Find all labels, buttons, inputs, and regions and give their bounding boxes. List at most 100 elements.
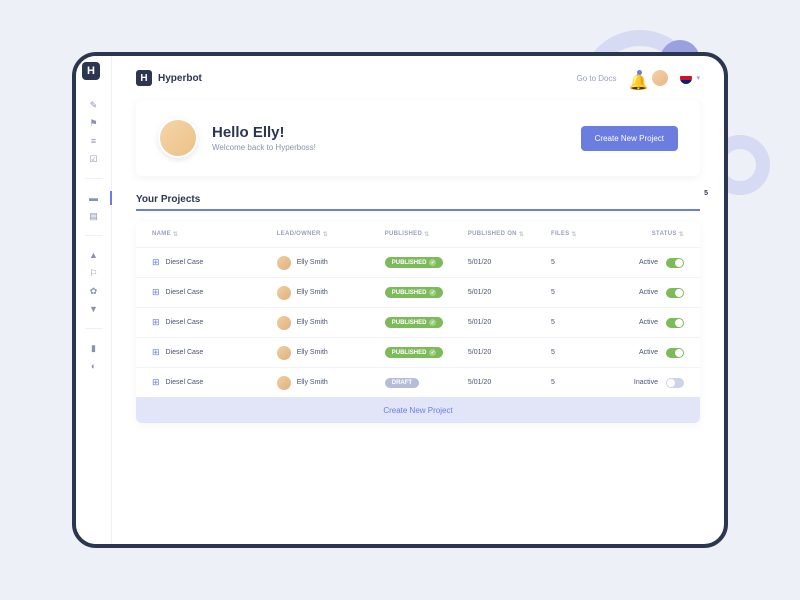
briefcase-icon[interactable]: ▬	[89, 193, 99, 203]
list-icon[interactable]: ≡	[89, 136, 99, 146]
owner-avatar	[277, 286, 291, 300]
col-name[interactable]: NAME⇅	[152, 231, 277, 238]
docs-link[interactable]: Go to Docs	[576, 74, 616, 83]
published-date: 5/01/20	[468, 259, 551, 266]
user-avatar[interactable]	[652, 70, 668, 86]
language-selector[interactable]: ▾	[680, 72, 700, 84]
status-badge: DRAFT	[385, 378, 419, 388]
check-icon[interactable]: ☑	[89, 154, 99, 164]
owner-avatar	[277, 256, 291, 270]
sort-icon: ⇅	[679, 231, 684, 238]
user-avatar-large	[158, 118, 198, 158]
col-published[interactable]: PUBLISHED⇅	[385, 231, 468, 238]
sort-icon: ⇅	[424, 231, 429, 238]
project-name: Diesel Case	[166, 289, 204, 296]
owner-name: Elly Smith	[297, 319, 328, 326]
table-row[interactable]: ⊞ Diesel Case Elly Smith DRAFT 5/01/205 Inact…	[136, 367, 700, 397]
create-project-button[interactable]: Create New Project	[581, 126, 678, 151]
owner-name: Elly Smith	[297, 289, 328, 296]
create-project-footer[interactable]: Create New Project	[136, 397, 700, 423]
status-toggle[interactable]	[666, 348, 684, 358]
owner-name: Elly Smith	[297, 379, 328, 386]
owner-name: Elly Smith	[297, 349, 328, 356]
projects-table: NAME⇅ LEAD/OWNER⇅ PUBLISHED⇅ PUBLISHED O…	[136, 221, 700, 423]
col-lead[interactable]: LEAD/OWNER⇅	[277, 231, 385, 238]
nav-divider	[85, 328, 103, 329]
owner-avatar	[277, 316, 291, 330]
table-row[interactable]: ⊞Diesel CaseElly SmithPUBLISHED✓5/01/205…	[136, 307, 700, 337]
owner-name: Elly Smith	[297, 259, 328, 266]
table-row[interactable]: ⊞Diesel CaseElly SmithPUBLISHED✓5/01/205…	[136, 247, 700, 277]
status-toggle[interactable]	[666, 258, 684, 268]
table-header: NAME⇅ LEAD/OWNER⇅ PUBLISHED⇅ PUBLISHED O…	[136, 221, 700, 247]
files-count: 5	[551, 319, 601, 326]
section-title: Your Projects5	[136, 194, 700, 211]
battery-icon[interactable]: ▮	[89, 343, 99, 353]
status-toggle[interactable]	[666, 288, 684, 298]
owner-avatar	[277, 346, 291, 360]
sort-icon: ⇅	[323, 231, 328, 238]
welcome-title: Hello Elly!	[212, 124, 316, 141]
owner-avatar	[277, 376, 291, 390]
col-published-on[interactable]: PUBLISHED ON⇅	[468, 231, 551, 238]
user-icon[interactable]: ▲	[89, 250, 99, 260]
files-count: 5	[551, 259, 601, 266]
project-name: Diesel Case	[166, 259, 204, 266]
project-icon: ⊞	[152, 317, 160, 328]
files-count: 5	[551, 379, 601, 386]
brand-name: Hyperbot	[158, 73, 202, 84]
project-icon: ⊞	[152, 257, 160, 268]
status-text: Active	[639, 349, 658, 356]
status-text: Active	[639, 319, 658, 326]
status-badge: PUBLISHED✓	[385, 347, 444, 358]
status-text: Active	[639, 289, 658, 296]
topbar: H Hyperbot Go to Docs 🔔 ▾	[136, 70, 700, 86]
help-icon[interactable]: ◐	[89, 361, 99, 371]
project-name: Diesel Case	[166, 349, 204, 356]
project-icon: ⊞	[152, 347, 160, 358]
check-icon: ✓	[429, 319, 436, 326]
files-count: 5	[551, 349, 601, 356]
table-row[interactable]: ⊞ Diesel Case Elly Smith PUBLISHED✓ 5/01/205…	[136, 337, 700, 367]
check-icon: ✓	[429, 259, 436, 266]
settings-icon[interactable]: ✿	[89, 286, 99, 296]
sort-icon: ⇅	[519, 231, 524, 238]
nav-divider	[85, 235, 103, 236]
document-icon[interactable]: ▤	[89, 211, 99, 221]
published-date: 5/01/20	[468, 349, 551, 356]
check-icon: ✓	[429, 349, 436, 356]
status-toggle[interactable]	[666, 378, 684, 388]
chevron-down-icon: ▾	[696, 74, 700, 82]
share-icon[interactable]: ⚑	[89, 118, 99, 128]
edit-icon[interactable]: ✎	[89, 100, 99, 110]
project-icon: ⊞	[152, 377, 160, 388]
notification-dot	[637, 70, 642, 75]
brand: H Hyperbot	[136, 70, 202, 86]
nav-divider	[85, 178, 103, 179]
project-icon: ⊞	[152, 287, 160, 298]
col-files[interactable]: FILES⇅	[551, 231, 601, 238]
section-title-text: Your Projects	[136, 194, 200, 205]
project-name: Diesel Case	[166, 379, 204, 386]
status-badge: PUBLISHED✓	[385, 287, 444, 298]
main-content: H Hyperbot Go to Docs 🔔 ▾ Hello Elly! We…	[112, 56, 724, 544]
published-date: 5/01/20	[468, 319, 551, 326]
sort-icon: ⇅	[572, 231, 577, 238]
sort-icon: ⇅	[173, 231, 178, 238]
notifications-icon[interactable]: 🔔	[628, 72, 640, 84]
status-text: Active	[639, 259, 658, 266]
welcome-subtitle: Welcome back to Hyperboss!	[212, 143, 316, 152]
col-status[interactable]: STATUS⇅	[601, 231, 684, 238]
published-date: 5/01/20	[468, 289, 551, 296]
flag-icon	[680, 72, 692, 84]
project-count: 5	[704, 190, 708, 197]
check-icon: ✓	[429, 289, 436, 296]
project-name: Diesel Case	[166, 319, 204, 326]
status-toggle[interactable]	[666, 318, 684, 328]
files-count: 5	[551, 289, 601, 296]
group-icon[interactable]: ⚐	[89, 268, 99, 278]
filter-icon[interactable]: ▼	[89, 304, 99, 314]
published-date: 5/01/20	[468, 379, 551, 386]
status-text: Inactive	[634, 379, 658, 386]
table-row[interactable]: ⊞ Diesel Case Elly Smith PUBLISHED✓ 5/01/205…	[136, 277, 700, 307]
